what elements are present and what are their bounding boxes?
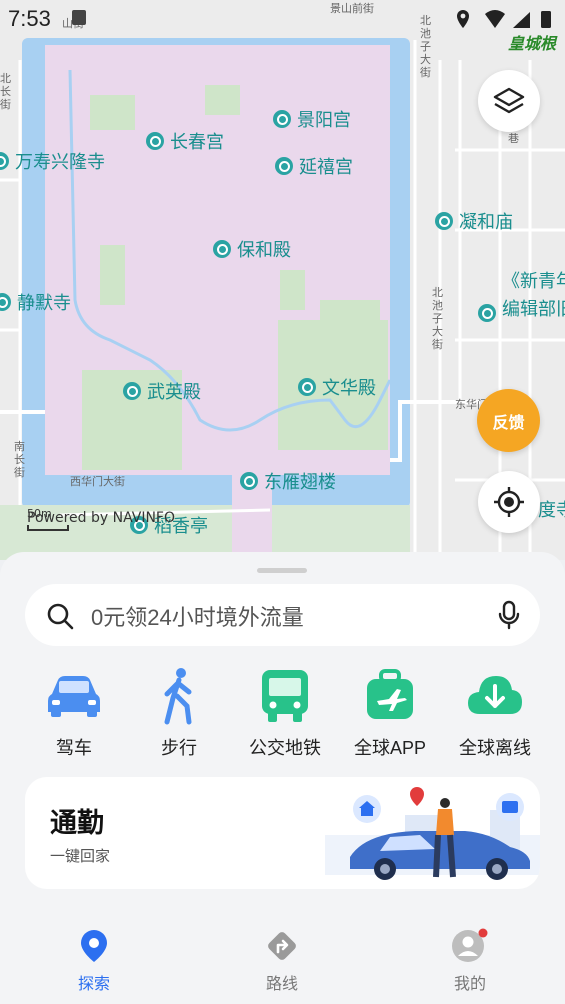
scenic-pin-icon [275,157,293,175]
route-icon [268,932,296,960]
search-input[interactable]: 0元领24小时境外流量 [91,600,304,632]
bottom-navigation: 探索 路线 我的 [0,920,565,1004]
poi-marker[interactable]: 万寿兴隆寺 [0,148,105,174]
notification-icon [72,10,86,25]
scenic-pin-icon [213,240,231,258]
crosshair-icon [494,487,524,517]
layers-icon [493,87,525,114]
scenic-pin-icon [435,212,453,230]
poi-marker[interactable]: 景阳宫 [273,106,351,132]
quick-action-walk[interactable]: 步行 [129,664,229,760]
scale-bar [27,525,69,531]
scenic-pin-icon [298,378,316,396]
quick-action-offline[interactable]: 全球离线 [445,664,545,760]
cloud-download-icon [468,676,522,714]
locate-button[interactable] [478,471,540,533]
status-time: 7:53 [8,6,51,31]
street-label: 巷 [508,132,519,145]
poi-marker[interactable]: 静默寺 [0,289,71,315]
search-icon [47,603,74,630]
luggage-icon [367,669,413,719]
street-label: 北池子大街 [432,286,443,351]
scenic-pin-icon [478,304,496,322]
street-label: 南长街 [14,440,25,479]
notification-dot [478,928,488,938]
scenic-pin-icon [0,293,11,311]
quick-action-global-app[interactable]: 全球APP [340,664,440,760]
status-bar: 7:53 [0,0,565,38]
search-bar[interactable]: 0元领24小时境外流量 [25,584,540,646]
walking-icon [164,668,192,725]
commute-title: 通勤 [50,808,104,838]
feedback-button[interactable]: 反馈 [477,389,540,452]
status-icons [457,10,551,28]
avatar-icon [452,928,488,962]
poi-marker[interactable]: 保和殿 [213,236,291,262]
scale-label: 50m [27,507,52,520]
commute-card[interactable]: 通勤 一键回家 [25,777,540,889]
commute-illustration [325,787,540,880]
street-label: 北长街 [0,72,11,111]
scenic-pin-icon [0,152,9,170]
scenic-pin-icon [273,110,291,128]
commute-subtitle: 一键回家 [50,848,111,865]
street-label: 西华门大街 [70,475,125,488]
location-pin-icon [81,930,107,962]
scenic-pin-icon [240,472,258,490]
tab-explore[interactable]: 探索 [44,928,144,994]
tab-me[interactable]: 我的 [420,928,520,994]
bus-icon [262,670,308,722]
bottom-sheet[interactable]: 0元领24小时境外流量 驾车 步行 公交地铁 全球APP 全球离线 通勤 一键回… [0,552,565,922]
scenic-pin-icon [123,382,141,400]
poi-marker[interactable]: 东雁翅楼 [240,468,336,494]
microphone-icon[interactable] [497,600,521,630]
car-icon [48,676,100,717]
sheet-drag-handle[interactable] [257,568,307,573]
poi-marker[interactable]: 武英殿 [123,378,201,404]
poi-marker[interactable]: 长春宫 [146,128,224,154]
poi-marker[interactable]: 度寺 [538,496,565,522]
poi-marker[interactable]: 凝和庙 [435,208,513,234]
quick-action-drive[interactable]: 驾车 [24,664,124,760]
scenic-pin-icon [146,132,164,150]
poi-marker[interactable]: 《新青年编辑部旧址 [478,268,565,324]
poi-marker[interactable]: 文华殿 [298,374,376,400]
map-view[interactable]: 山街 景山前街 皇城根 北池子大街 北池子大街 北长街 南长街 西华门大街 东华… [0,0,565,560]
poi-marker[interactable]: 延禧宫 [275,153,353,179]
tab-route[interactable]: 路线 [232,928,332,994]
layers-button[interactable] [478,70,540,132]
quick-action-transit[interactable]: 公交地铁 [235,664,335,760]
